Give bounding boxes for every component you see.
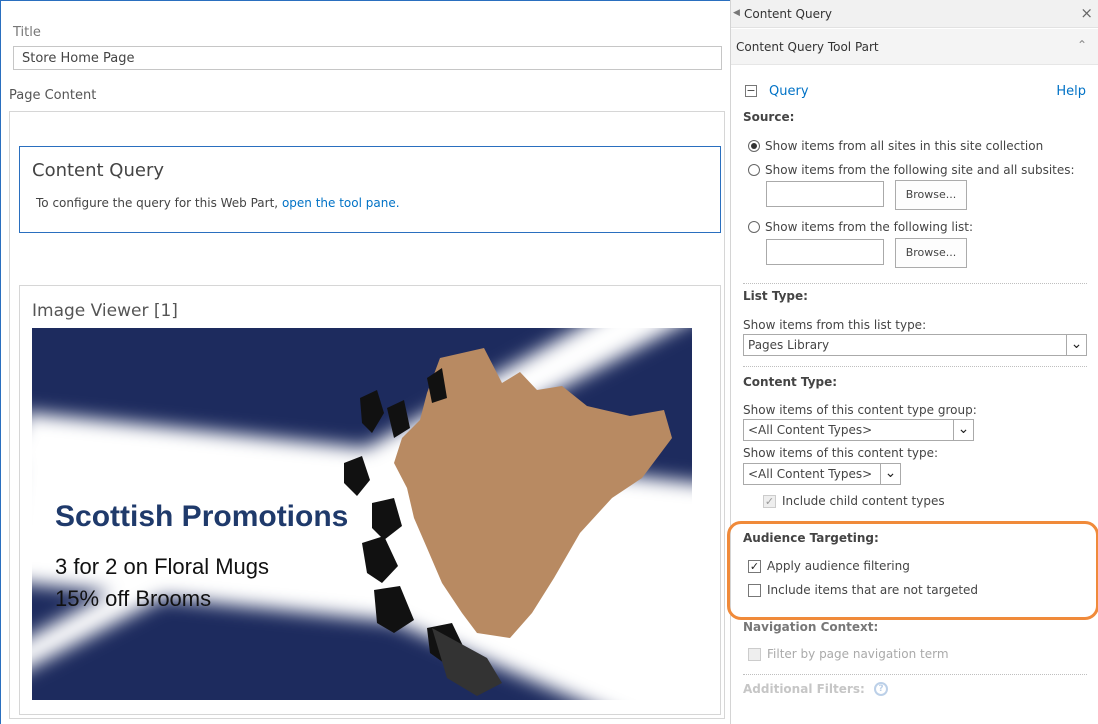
page-content-label: Page Content [9, 88, 97, 103]
filter-nav-label: Filter by page navigation term [767, 647, 949, 661]
include-child-checkbox[interactable]: ✓ [763, 495, 776, 508]
divider [743, 366, 1087, 367]
chevron-down-icon: ⌄ [880, 464, 900, 484]
content-group-select[interactable]: <All Content Types> ⌄ [743, 419, 974, 441]
collapse-section-icon[interactable]: − [745, 85, 757, 97]
source-heading: Source: [743, 110, 795, 124]
apply-audience-label: Apply audience filtering [767, 559, 910, 573]
include-untargeted-checkbox[interactable] [748, 584, 761, 597]
toolpart-bar: Content Query Tool Part ⌃ [731, 29, 1098, 65]
caret-left-icon: ◀ [733, 8, 740, 18]
page-editor: Title Page Content Content Query To conf… [0, 0, 730, 724]
list-type-heading: List Type: [743, 289, 808, 303]
image-viewer-webpart[interactable]: Image Viewer [1] Scottish Promotions 3 f… [19, 285, 721, 715]
radio-label: Show items from the following list: [765, 220, 974, 234]
help-link[interactable]: Help [1056, 84, 1086, 99]
navigation-heading: Navigation Context: [743, 620, 879, 634]
open-tool-pane-link[interactable]: open the tool pane. [282, 196, 400, 210]
content-group-label: Show items of this content type group: [743, 403, 977, 417]
divider [743, 674, 1087, 675]
include-child-label: Include child content types [782, 494, 945, 508]
list-type-select[interactable]: Pages Library ⌄ [743, 334, 1087, 356]
content-type-select[interactable]: <All Content Types> ⌄ [743, 463, 901, 485]
content-query-webpart[interactable]: Content Query To configure the query for… [19, 146, 721, 233]
double-chevron-up-icon[interactable]: ⌃ [1077, 38, 1087, 52]
radio-all-sites[interactable] [748, 140, 760, 152]
tool-pane: ◀ Content Query × Content Query Tool Par… [730, 0, 1098, 724]
radio-label: Show items from all sites in this site c… [765, 139, 1044, 153]
browse-button[interactable]: Browse... [895, 180, 967, 210]
include-untargeted-label: Include items that are not targeted [767, 583, 979, 597]
content-group-value: <All Content Types> [748, 423, 873, 437]
promo-line: 3 for 2 on Floral Mugs [55, 554, 269, 579]
title-input[interactable] [13, 46, 722, 70]
additional-filters-heading: Additional Filters: [743, 682, 865, 696]
radio-label: Show items from the following site and a… [765, 163, 1075, 177]
query-section-link[interactable]: Query [769, 84, 809, 99]
webpart-title: Image Viewer [1] [32, 301, 178, 321]
divider [743, 522, 1087, 523]
audience-heading: Audience Targeting: [743, 531, 879, 545]
filter-nav-checkbox[interactable] [748, 648, 761, 661]
promo-headline: Scottish Promotions [55, 500, 349, 533]
radio-list[interactable] [748, 221, 760, 233]
list-type-value: Pages Library [748, 338, 830, 352]
promo-image: Scottish Promotions 3 for 2 on Floral Mu… [32, 328, 692, 700]
tool-pane-title: Content Query [744, 7, 833, 21]
radio-site-subsites[interactable] [748, 164, 760, 176]
apply-audience-checkbox[interactable]: ✓ [748, 560, 761, 573]
chevron-down-icon: ⌄ [1066, 335, 1086, 355]
list-url-input[interactable] [766, 239, 884, 265]
site-url-input[interactable] [766, 181, 884, 207]
title-label: Title [13, 25, 41, 40]
chevron-down-icon: ⌄ [953, 420, 973, 440]
content-type-value: <All Content Types> [748, 467, 873, 481]
browse-button[interactable]: Browse... [895, 238, 967, 268]
content-type-heading: Content Type: [743, 375, 838, 389]
info-icon[interactable]: ? [874, 682, 888, 696]
tool-pane-header: ◀ Content Query × [731, 0, 1098, 28]
divider [743, 283, 1087, 284]
list-type-label: Show items from this list type: [743, 318, 927, 332]
webpart-title: Content Query [32, 160, 165, 181]
promo-line: 15% off Brooms [55, 586, 212, 611]
content-type-label: Show items of this content type: [743, 446, 939, 460]
webpart-instruction: To configure the query for this Web Part… [36, 196, 279, 210]
toolpart-title: Content Query Tool Part [736, 40, 879, 54]
close-icon[interactable]: × [1080, 4, 1093, 22]
